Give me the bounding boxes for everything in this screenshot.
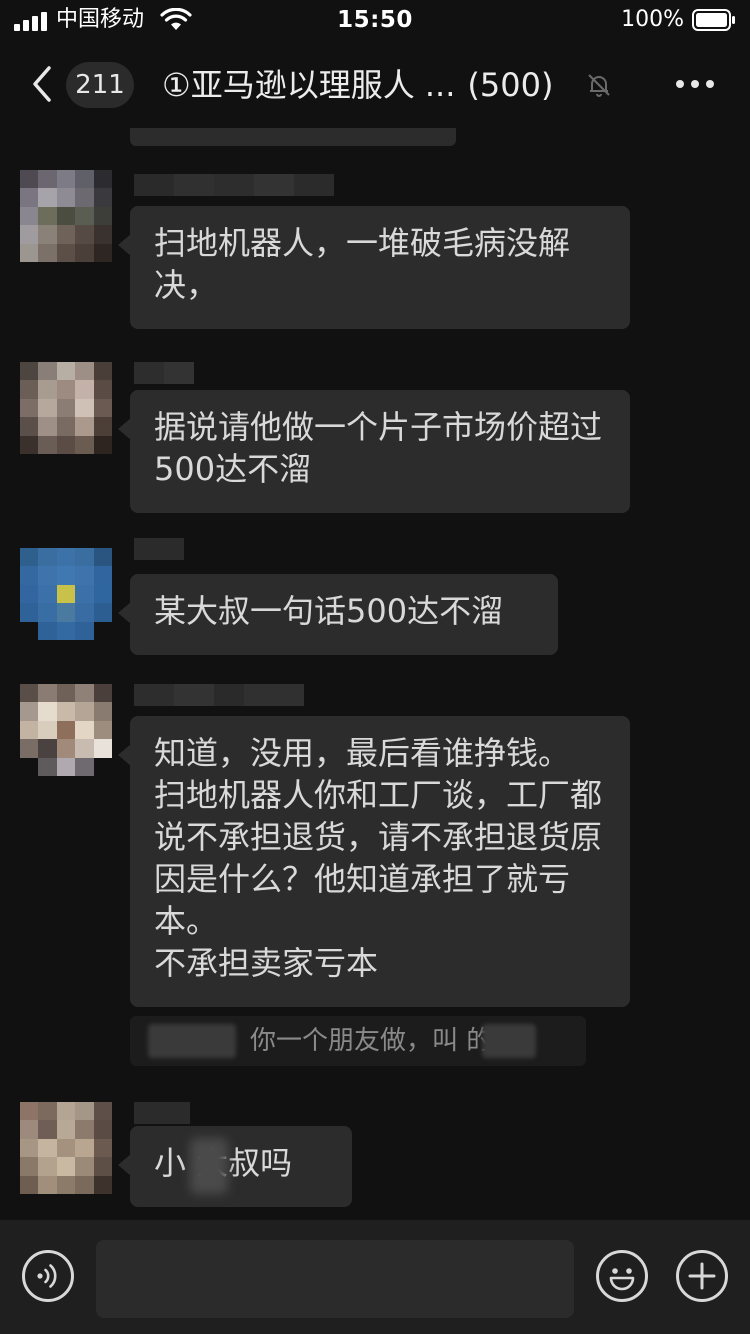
battery-percent: 100% [621, 7, 684, 32]
sender-name-blurred [134, 362, 194, 384]
add-icon[interactable] [676, 1250, 728, 1302]
avatar[interactable] [20, 684, 112, 776]
quoted-sender-blurred [148, 1024, 236, 1058]
message-bubble[interactable]: 知道，没用，最后看谁挣钱。 扫地机器人你和工厂谈，工厂都说不承担退货，请不承担退… [118, 716, 630, 1007]
sender-name-blurred [134, 684, 304, 706]
emoji-icon[interactable] [596, 1250, 648, 1302]
voice-icon[interactable] [22, 1250, 74, 1302]
input-bar [0, 1220, 750, 1334]
avatar[interactable] [20, 362, 112, 454]
chevron-left-icon[interactable] [30, 64, 54, 104]
avatar[interactable] [20, 548, 112, 640]
blurred-name-overlay [190, 1138, 228, 1194]
message-list[interactable]: 扫地机器人，一堆破毛病没解决， 据说请他做一个片子市场价超过500达不溜 某大叔… [0, 128, 750, 1220]
unread-count-badge[interactable]: 211 [66, 62, 134, 108]
previous-message-bubble [130, 128, 456, 146]
quoted-name-blurred [482, 1024, 536, 1058]
message-bubble[interactable]: 小 大叔吗 [118, 1126, 352, 1207]
message-bubble[interactable]: 某大叔一句话500达不溜 [118, 574, 558, 655]
group-name: ①亚马逊以理服人 ... [162, 66, 456, 104]
chat-header: 211 ①亚马逊以理服人 ... (500) [0, 40, 750, 128]
sender-name-blurred [134, 538, 184, 560]
chat-title[interactable]: ①亚马逊以理服人 ... (500) [162, 62, 553, 108]
quoted-text: 你一个朋友做，叫 的 [250, 1026, 493, 1056]
quoted-reply[interactable]: 你一个朋友做，叫 的 [130, 1016, 586, 1066]
more-dots-icon[interactable] [676, 80, 714, 90]
message-input[interactable] [96, 1240, 574, 1318]
avatar[interactable] [20, 1102, 112, 1194]
sender-name-blurred [134, 1102, 190, 1124]
sender-name-blurred [134, 174, 334, 196]
bell-slash-icon [588, 74, 610, 97]
member-count: (500) [467, 66, 554, 104]
avatar[interactable] [20, 170, 112, 262]
message-bubble[interactable]: 扫地机器人，一堆破毛病没解决， [118, 206, 630, 329]
status-bar: 中国移动 15:50 100% [0, 0, 750, 40]
chat-screen: 中国移动 15:50 100% 211 ①亚马逊以理服人 ... (500) 扫… [0, 0, 750, 1334]
battery-icon [692, 9, 735, 31]
message-bubble[interactable]: 据说请他做一个片子市场价超过500达不溜 [118, 390, 630, 513]
